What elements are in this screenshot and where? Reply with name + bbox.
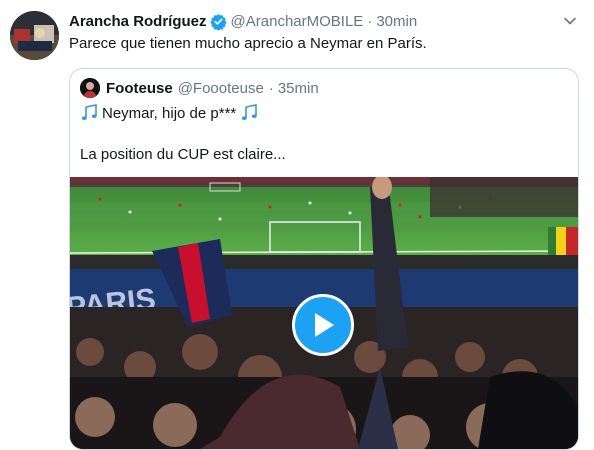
quoted-timestamp: 35min — [277, 79, 319, 97]
quoted-text-line-1: Neymar, hijo de p*** — [80, 104, 258, 122]
chevron-down-icon[interactable] — [562, 13, 578, 29]
quoted-avatar-image — [80, 78, 100, 98]
quoted-text-line-2: La position du CUP est claire... — [80, 146, 286, 163]
quoted-tweet[interactable]: Footeuse @Foooteuse · 35min Neymar, hijo… — [69, 68, 579, 450]
timestamp[interactable]: 30min — [376, 13, 417, 30]
avatar-image — [10, 11, 59, 60]
music-notes-icon — [81, 104, 97, 120]
quoted-avatar — [80, 78, 100, 98]
tweet-header: Arancha Rodríguez @ArancharMOBILE · 30mi… — [69, 11, 417, 31]
separator-dot: · — [268, 79, 274, 97]
verified-badge-icon — [209, 13, 227, 30]
avatar[interactable] — [10, 11, 59, 60]
quoted-author-handle: @Foooteuse — [177, 79, 264, 97]
music-notes-icon — [242, 104, 258, 120]
author-name[interactable]: Arancha Rodríguez — [69, 13, 207, 30]
quoted-tweet-header: Footeuse @Foooteuse · 35min — [80, 78, 319, 98]
author-handle[interactable]: @ArancharMOBILE — [231, 13, 364, 30]
tweet-text: Parece que tienen mucho aprecio a Neymar… — [69, 35, 427, 52]
play-icon — [315, 313, 334, 337]
quoted-text: Neymar, hijo de p*** — [102, 104, 237, 122]
tweet[interactable]: Arancha Rodríguez @ArancharMOBILE · 30mi… — [0, 0, 594, 450]
play-button[interactable] — [292, 294, 354, 356]
separator-dot: · — [367, 12, 373, 30]
video-media[interactable]: PARIS — [70, 177, 578, 449]
quoted-author-name: Footeuse — [106, 79, 173, 97]
